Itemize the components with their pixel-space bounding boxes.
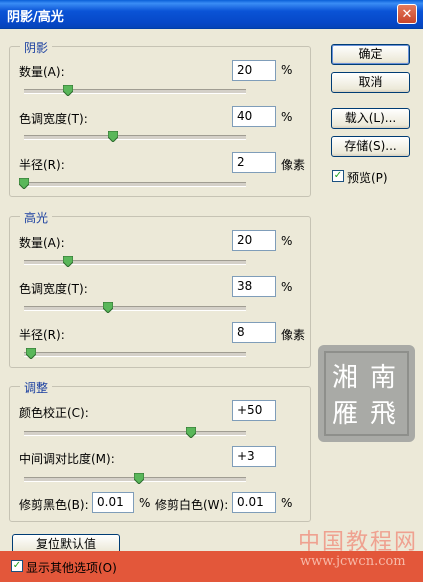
highlights-amount-unit: % [281,234,293,248]
adjustments-legend: 调整 [20,379,53,396]
shadows-amount-slider-thumb[interactable] [63,85,74,96]
shadows-radius-slider-thumb[interactable] [19,178,29,189]
highlights-radius-slider-track[interactable] [24,352,246,357]
highlights-amount-label: 数量(A): [19,236,65,250]
clip-white-unit: % [281,496,293,510]
shadows-amount-slider-track[interactable] [24,89,246,94]
preview-checkbox[interactable]: ✓ [332,170,344,182]
shadows-amount-input[interactable]: 20 [232,60,276,81]
shadows-tonal-width-slider-thumb[interactable] [107,131,118,142]
clip-white-label: 修剪白色(W): [155,498,229,512]
color-correction-slider-track[interactable] [24,431,246,436]
clip-black-label: 修剪黑色(B): [19,498,89,512]
highlights-tonal-width-slider-thumb[interactable] [103,302,114,313]
highlights-radius-label: 半径(R): [19,328,65,342]
show-more-options-checkbox[interactable]: ✓ [11,560,23,572]
shadows-amount-label: 数量(A): [19,65,65,79]
highlights-legend: 高光 [20,209,53,226]
window-title: 阴影/高光 [7,10,64,25]
cancel-button[interactable]: 取消 [331,72,410,93]
midtone-contrast-slider-thumb[interactable] [134,473,145,484]
highlights-radius-unit: 像素 [281,328,306,342]
midtone-contrast-label: 中间调对比度(M): [19,452,115,466]
highlights-amount-slider-track[interactable] [24,260,246,265]
highlights-tonal-width-unit: % [281,280,293,294]
shadows-radius-slider-track[interactable] [24,182,246,187]
stamp-logo: 南湘飛雁 [324,351,409,436]
highlights-radius-input[interactable]: 8 [232,322,276,343]
color-correction-label: 颜色校正(C): [19,406,89,420]
watermark-stamp: 南湘飛雁 [318,345,415,442]
title-bar[interactable]: 阴影/高光 ✕ [0,0,423,29]
load-button[interactable]: 载入(L)... [331,108,410,129]
shadows-tonal-width-label: 色调宽度(T): [19,112,88,126]
watermark-url: www.jcwcn.com [300,554,406,569]
color-correction-slider-thumb[interactable] [185,427,196,438]
ok-button[interactable]: 确定 [331,44,410,65]
shadows-amount-unit: % [281,63,293,77]
stamp-glyph: 飛 [370,399,397,429]
shadows-legend: 阴影 [20,39,53,56]
color-correction-input[interactable]: +50 [232,400,276,421]
clip-black-input[interactable]: 0.01 [92,492,134,513]
shadows-tonal-width-slider-track[interactable] [24,135,246,140]
shadows-radius-unit: 像素 [281,158,306,172]
show-more-options-label[interactable]: 显示其他选项(O) [26,559,117,576]
preview-label[interactable]: 预览(P) [347,169,388,186]
save-button[interactable]: 存储(S)... [331,136,410,157]
shadows-tonal-width-input[interactable]: 40 [232,106,276,127]
clip-white-input[interactable]: 0.01 [232,492,276,513]
highlights-tonal-width-label: 色调宽度(T): [19,282,88,296]
stamp-glyph: 南 [370,363,397,393]
watermark-site: 中国教程网 [298,530,419,555]
highlights-amount-input[interactable]: 20 [232,230,276,251]
stamp-glyph: 湘 [332,363,359,393]
clip-black-unit: % [139,496,151,510]
stamp-glyph: 雁 [332,399,359,429]
close-icon[interactable]: ✕ [397,4,417,24]
highlights-tonal-width-slider-track[interactable] [24,306,246,311]
highlights-amount-slider-thumb[interactable] [63,256,74,267]
shadows-radius-label: 半径(R): [19,158,65,172]
highlights-tonal-width-input[interactable]: 38 [232,276,276,297]
midtone-contrast-input[interactable]: +3 [232,446,276,467]
shadows-tonal-width-unit: % [281,110,293,124]
shadow-highlight-dialog: 阴影/高光 ✕ 阴影 数量(A): 20 % 色调宽度(T): 40 % 半径(… [0,0,423,582]
shadows-radius-input[interactable]: 2 [232,152,276,173]
highlights-radius-slider-thumb[interactable] [25,348,36,359]
